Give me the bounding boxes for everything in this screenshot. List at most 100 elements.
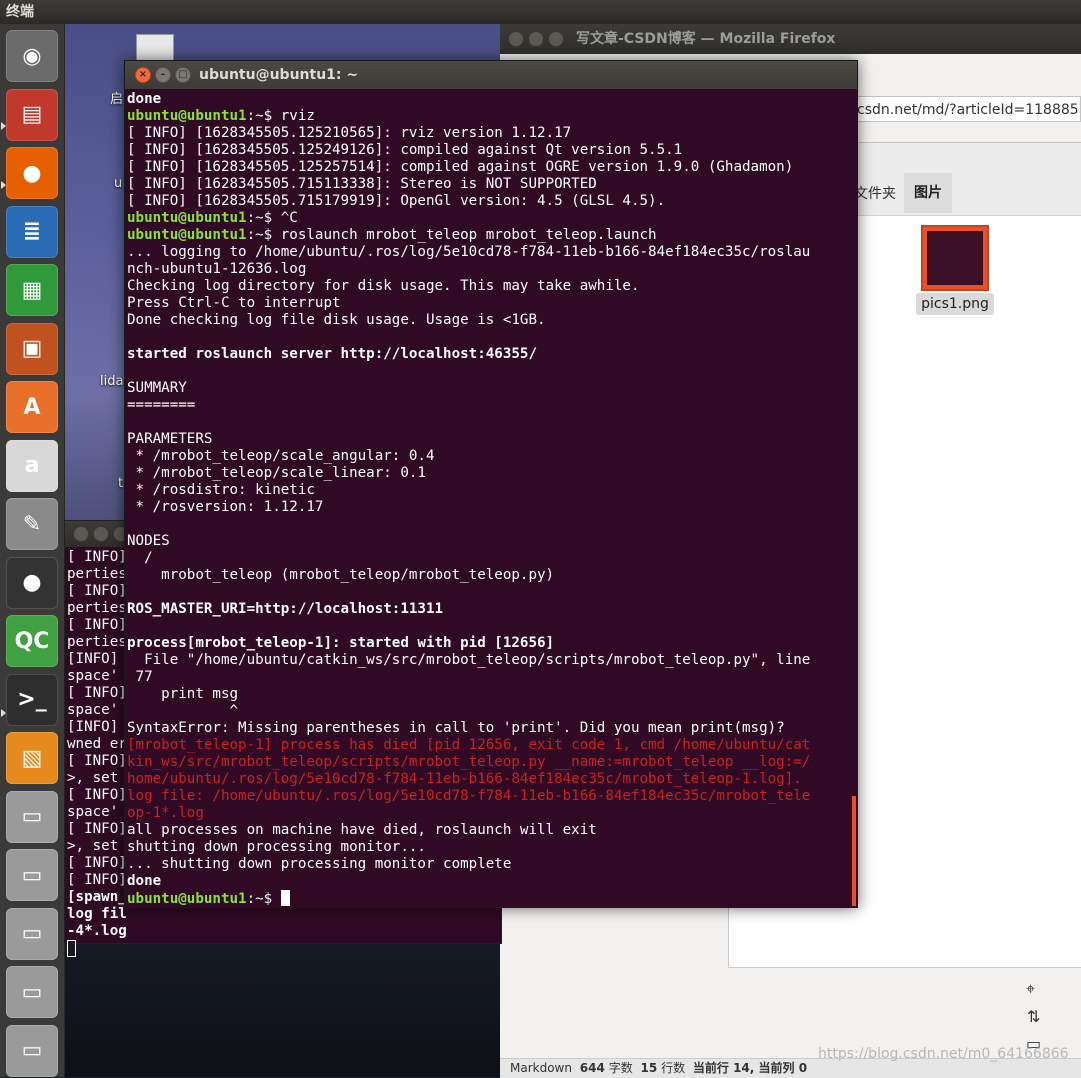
terminal-line: [ INFO] [1628345505.125257514]: compiled… xyxy=(127,159,853,176)
output-text: * /rosdistro: kinetic xyxy=(127,482,315,498)
minimize-icon[interactable]: – xyxy=(155,67,171,83)
terminal-line: ubuntu@ubuntu1:~$ xyxy=(127,890,853,907)
top-panel-title: 终端 xyxy=(6,4,34,20)
launcher-software-center-icon[interactable]: A xyxy=(6,381,58,433)
status-lines: 15 xyxy=(640,1061,658,1075)
terminal-titlebar: × – □ ubuntu@ubuntu1: ~ xyxy=(125,61,857,89)
output-text: [ INFO] [1628345505.715113338]: Stereo i… xyxy=(127,176,597,192)
output-text: started roslaunch server http://localhos… xyxy=(127,346,537,362)
status-chars: 644 xyxy=(579,1061,605,1075)
tab-pictures[interactable]: 图片 xyxy=(904,173,952,213)
launcher-drive-1-icon[interactable]: ▭ xyxy=(6,790,58,843)
terminal-line: * /mrobot_teleop/scale_angular: 0.4 xyxy=(127,448,853,465)
terminal-line xyxy=(67,940,499,957)
command-text: rviz xyxy=(280,108,315,124)
url-bar[interactable]: csdn.net/md/?articleId=1188857 xyxy=(850,96,1081,122)
terminal-line: SUMMARY xyxy=(127,380,853,397)
output-text: Press Ctrl-C to interrupt xyxy=(127,295,341,311)
top-panel: 终端 xyxy=(0,0,1081,24)
terminal-line: [ INFO] [1628345505.125249126]: compiled… xyxy=(127,142,853,159)
terminal-line: / xyxy=(127,550,853,567)
launcher-amazon-icon[interactable]: a xyxy=(6,439,58,492)
launcher-ubuntu-dash-icon[interactable]: ◉ xyxy=(6,30,58,82)
crosshair-icon[interactable]: ⌖ xyxy=(1026,979,1035,999)
launcher-writer-icon[interactable]: ≣ xyxy=(6,205,58,258)
terminal-window[interactable]: × – □ ubuntu@ubuntu1: ~ done ubuntu@ubunt… xyxy=(124,60,858,908)
prompt-suffix: :~$ xyxy=(246,210,281,226)
terminal-line: mrobot_teleop (mrobot_teleop/mrobot_tele… xyxy=(127,567,853,584)
terminal-line: ======== xyxy=(127,397,853,414)
terminal-line: log file: /home/ubuntu/.ros/log/5e10cd78… xyxy=(127,788,853,805)
shell-prompt: ubuntu@ubuntu1 xyxy=(127,891,247,907)
launcher-qtcreator-icon[interactable]: QC xyxy=(6,615,58,667)
command-text: ^C xyxy=(280,210,298,226)
maximize-icon[interactable] xyxy=(548,31,564,47)
close-icon[interactable] xyxy=(73,526,89,542)
output-text: print msg xyxy=(127,686,239,702)
terminal-line: ubuntu@ubuntu1:~$ ^C xyxy=(127,210,853,227)
terminal-line: all processes on machine have died, rosl… xyxy=(127,822,853,839)
launcher-files-icon[interactable]: ▤ xyxy=(6,88,58,141)
status-chars-unit: 字数 xyxy=(608,1061,633,1075)
output-text: all processes on machine have died, rosl… xyxy=(127,822,597,838)
output-text: ... logging to /home/ubuntu/.ros/log/5e1… xyxy=(127,244,811,260)
running-indicator-icon xyxy=(1,122,6,130)
terminal-line: * /rosdistro: kinetic xyxy=(127,482,853,499)
terminal-line: home/ubuntu/.ros/log/5e10cd78-f784-11eb-… xyxy=(127,771,853,788)
shell-prompt: ubuntu@ubuntu1 xyxy=(127,227,247,243)
output-text: ... shutting down processing monitor com… xyxy=(127,856,512,872)
terminal-line: PARAMETERS xyxy=(127,431,853,448)
launcher-settings-icon[interactable]: ✎ xyxy=(6,498,58,550)
output-text: [ INFO] [1628345505.715179919]: OpenGl v… xyxy=(127,193,666,209)
output-text: process[mrobot_teleop-1]: started with p… xyxy=(127,635,555,651)
output-text: mrobot_teleop (mrobot_teleop/mrobot_tele… xyxy=(127,567,555,583)
launcher-qq-icon[interactable]: ● xyxy=(6,556,58,609)
output-text: / xyxy=(127,550,153,566)
command-text: roslaunch mrobot_teleop mrobot_teleop.la… xyxy=(280,227,657,243)
launcher-drive-5-icon[interactable]: ▭ xyxy=(6,1024,58,1077)
terminal-line: ROS_MASTER_URI=http://localhost:11311 xyxy=(127,601,853,618)
tab-folder[interactable]: 文件夹 xyxy=(854,183,896,203)
terminal-line: shutting down processing monitor... xyxy=(127,839,853,856)
terminal-line: 77 xyxy=(127,669,853,686)
launcher-calc-icon[interactable]: ▦ xyxy=(6,264,58,316)
launcher-drive-2-icon[interactable]: ▭ xyxy=(6,849,58,901)
status-lines-unit: 行数 xyxy=(661,1061,686,1075)
output-text: PARAMETERS xyxy=(127,431,213,447)
status-position: 当前行 14, 当前列 0 xyxy=(692,1061,808,1075)
terminal-scrollbar[interactable] xyxy=(852,796,856,906)
watermark: https://blog.csdn.net/m0_64166866 xyxy=(818,1046,1069,1062)
terminal-line: Checking log directory for disk usage. T… xyxy=(127,278,853,295)
terminal-output[interactable]: done ubuntu@ubuntu1:~$ rviz[ INFO] [16283… xyxy=(127,91,853,907)
output-text: shutting down processing monitor... xyxy=(127,839,426,855)
image-thumbnail[interactable] xyxy=(921,225,989,291)
output-text: [ INFO] [1628345505.125257514]: compiled… xyxy=(127,159,794,175)
launcher-virtualbox-icon[interactable]: ▧ xyxy=(6,732,58,784)
output-text: Done checking log file disk usage. Usage… xyxy=(127,312,546,328)
output-text: * /rosversion: 1.12.17 xyxy=(127,499,324,515)
thumbnail-label[interactable]: pics1.png xyxy=(916,293,994,315)
terminal-line: op-1*.log xyxy=(127,805,853,822)
terminal-line: ... logging to /home/ubuntu/.ros/log/5e1… xyxy=(127,244,853,261)
output-text: NODES xyxy=(127,533,170,549)
terminal-line: [ INFO] [1628345505.715113338]: Stereo i… xyxy=(127,176,853,193)
launcher-drive-4-icon[interactable]: ▭ xyxy=(6,966,58,1018)
launcher-drive-3-icon[interactable]: ▭ xyxy=(6,907,58,960)
minimize-icon[interactable] xyxy=(93,526,109,542)
terminal-line: File "/home/ubuntu/catkin_ws/src/mrobot_… xyxy=(127,652,853,669)
launcher-impress-icon[interactable]: ▣ xyxy=(6,322,58,375)
minimize-icon[interactable] xyxy=(528,31,544,47)
close-icon[interactable]: × xyxy=(135,67,151,83)
error-text: home/ubuntu/.ros/log/5e10cd78-f784-11eb-… xyxy=(127,771,802,787)
launcher-firefox-icon[interactable]: ● xyxy=(6,147,58,199)
prompt-suffix: :~$ xyxy=(246,108,281,124)
output-text: * /mrobot_teleop/scale_linear: 0.1 xyxy=(127,465,426,481)
move-icon[interactable]: ⇅ xyxy=(1027,1007,1040,1026)
close-icon[interactable] xyxy=(508,31,524,47)
maximize-icon[interactable]: □ xyxy=(175,67,191,83)
launcher-terminal-icon[interactable]: >_ xyxy=(6,673,58,726)
output-text: * /mrobot_teleop/scale_angular: 0.4 xyxy=(127,448,435,464)
